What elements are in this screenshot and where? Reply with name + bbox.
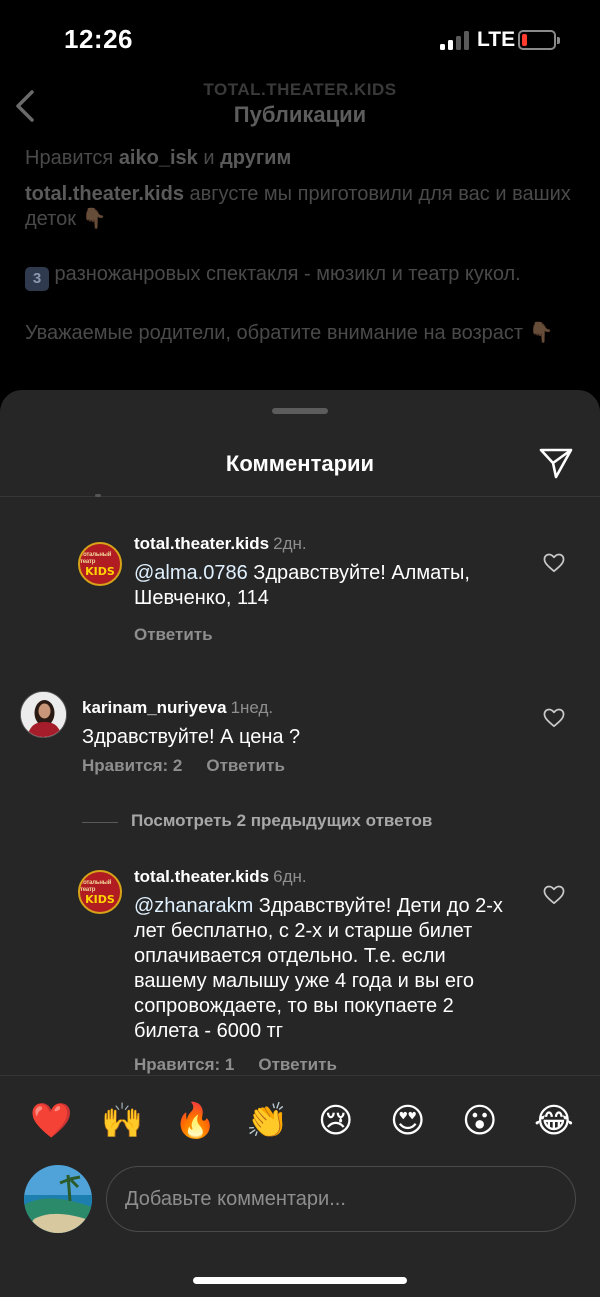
sheet-title: Комментарии [225, 451, 375, 476]
emoji-quick-bar: ❤️ 🙌 🔥 👏 😢 😍 😮 😂 [0, 1075, 600, 1165]
reply-button[interactable]: Ответить [206, 756, 285, 775]
comment-time: 2дн. [273, 534, 307, 553]
comment-reply: Тотальный театр KIDS total.theater.kids 2… [0, 497, 600, 667]
comment-actions: Нравится: 2 Ответить [82, 756, 285, 776]
likes-count-button[interactable]: Нравится: 2 [82, 756, 182, 775]
heart-outline-icon[interactable] [543, 553, 565, 573]
battery-level [522, 34, 527, 46]
post-header: TOTAL.THEATER.KIDS Публикации [0, 72, 600, 132]
number-badge: 3 [25, 267, 49, 291]
avatar [24, 1165, 92, 1233]
status-bar: 12:26 LTE [0, 0, 600, 80]
comment-text: @zhanarakm Здравствуйте! Дети до 2-х лет… [134, 895, 503, 1042]
likes-count-button[interactable]: Нравится: 1 [134, 1055, 234, 1074]
comment-item: karinam_nuriyeva 1нед. Здравствуйте! А це… [0, 667, 600, 797]
view-replies-label[interactable]: Посмотреть 2 предыдущих ответов [131, 811, 432, 831]
battery-icon [518, 30, 560, 50]
comment-actions: Ответить [134, 625, 213, 645]
avatar[interactable]: Тотальный театр KIDS [78, 870, 122, 914]
reply-button[interactable]: Ответить [134, 625, 213, 644]
profile-photo [24, 1165, 92, 1233]
heart-outline-icon[interactable] [543, 885, 565, 905]
sheet-grabber[interactable] [272, 408, 328, 414]
home-indicator[interactable] [193, 1277, 407, 1284]
caption-author[interactable]: total.theater.kids [25, 183, 184, 205]
paper-plane-icon[interactable] [538, 445, 574, 481]
mention-link[interactable]: @zhanarakm [134, 895, 253, 917]
likes-user-link[interactable]: aiko_isk [119, 147, 198, 169]
comment-author[interactable]: total.theater.kids 6дн. [134, 867, 307, 887]
emoji-laugh-button[interactable]: 😂 [534, 1101, 574, 1141]
profile-photo [21, 692, 66, 737]
comment-text: @alma.0786 Здравствуйте! Алматы, Шевченк… [134, 562, 470, 609]
caption-paragraph-1: total.theater.kids августе мы приготовил… [25, 183, 571, 230]
post-likes: Нравится aiko_isk и другим [25, 147, 292, 169]
likes-others-link[interactable]: другим [220, 147, 291, 169]
emoji-fire-button[interactable]: 🔥 [174, 1101, 216, 1141]
post-caption: Нравится aiko_isk и другим total.theater… [25, 146, 585, 346]
point-down-emoji: 👇🏽 [528, 322, 554, 344]
comment-input-row [0, 1165, 600, 1245]
comment-author[interactable]: total.theater.kids 2дн. [134, 534, 307, 554]
comments-list: Тотальный театр KIDS total.theater.kids 2… [0, 497, 600, 1075]
comment-input[interactable] [106, 1166, 576, 1232]
status-time: 12:26 [64, 24, 133, 54]
avatar[interactable]: Тотальный театр KIDS [78, 542, 122, 586]
comments-sheet: Комментарии Тотальный театр KIDS total.t… [0, 390, 600, 1297]
avatar[interactable] [20, 691, 67, 738]
caption-paragraph-3: Уважаемые родители, обратите внимание на… [25, 322, 554, 344]
emoji-heart-eyes-button[interactable]: 😍 [390, 1101, 425, 1141]
emoji-surprised-button[interactable]: 😮 [462, 1101, 497, 1141]
emoji-cry-button[interactable]: 😢 [318, 1101, 353, 1141]
comment-time: 1нед. [230, 698, 274, 717]
comment-text: Здравствуйте! А цена ? [82, 726, 301, 748]
point-down-emoji: 👇🏽 [81, 208, 107, 230]
emoji-clap-button[interactable]: 👏 [246, 1101, 288, 1141]
network-type: LTE [477, 28, 516, 51]
reply-button[interactable]: Ответить [258, 1055, 337, 1074]
header-account: TOTAL.THEATER.KIDS [203, 80, 397, 99]
caption-paragraph-2: 3 разножанровых спектакля - мюзикл и теа… [25, 262, 585, 291]
reply-thread-line [82, 822, 118, 823]
emoji-raised-hands-button[interactable]: 🙌 [101, 1101, 143, 1141]
cellular-signal-icon [440, 30, 470, 50]
header-title: Публикации [233, 102, 367, 127]
comment-actions: Нравится: 1 Ответить [134, 1055, 337, 1075]
comment-reply: Тотальный театр KIDS total.theater.kids 6… [0, 857, 600, 1075]
comment-time: 6дн. [273, 867, 307, 886]
mention-link[interactable]: @alma.0786 [134, 562, 248, 584]
emoji-heart-button[interactable]: ❤️ [30, 1101, 72, 1141]
comment-author[interactable]: karinam_nuriyeva 1нед. [82, 698, 273, 718]
heart-outline-icon[interactable] [543, 708, 565, 728]
